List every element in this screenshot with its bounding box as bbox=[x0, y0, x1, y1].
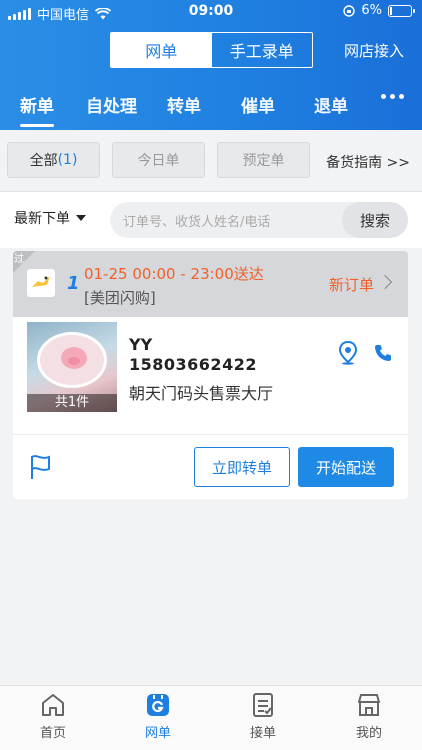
nav-home[interactable]: 首页 bbox=[23, 692, 83, 741]
tab-refund[interactable]: 退单 bbox=[314, 92, 348, 117]
order-sequence-number: 1 bbox=[67, 273, 80, 294]
location-pin-icon[interactable] bbox=[338, 341, 358, 365]
accept-order-icon bbox=[253, 693, 273, 717]
phone-call-icon[interactable] bbox=[373, 343, 393, 363]
store-icon bbox=[358, 694, 380, 716]
header: 中国电信 09:00 6% 网单 手工录单 网店接入 新单 自处理 转单 催单 … bbox=[0, 0, 422, 180]
item-count: 共1件 bbox=[27, 394, 117, 412]
transfer-now-button[interactable]: 立即转单 bbox=[194, 447, 290, 487]
tab-online-orders[interactable]: 网单 bbox=[111, 33, 212, 67]
order-status-tabs: 新单 自处理 转单 催单 退单 bbox=[0, 84, 422, 180]
shop-access-link[interactable]: 网店接入 bbox=[344, 40, 404, 61]
search-input[interactable]: 订单号、收货人姓名/电话 搜索 bbox=[110, 202, 408, 238]
order-source-switch: 网单 手工录单 bbox=[110, 32, 313, 68]
active-tab-indicator bbox=[20, 124, 54, 127]
order-card: 过 1 01-25 00:00 - 23:00送达 [美团闪购] 新订单 共1件… bbox=[13, 251, 408, 499]
caret-down-icon bbox=[76, 215, 86, 221]
order-status: 新订单 bbox=[328, 276, 374, 294]
filter-reserved-button[interactable]: 预定单 bbox=[217, 142, 310, 178]
tab-reminder[interactable]: 催单 bbox=[241, 92, 275, 117]
divider bbox=[13, 434, 408, 435]
chevron-right-icon bbox=[377, 274, 393, 290]
filter-all-label: 全部 bbox=[29, 153, 58, 169]
meituan-logo-icon bbox=[27, 269, 55, 297]
tab-manual-entry[interactable]: 手工录单 bbox=[212, 33, 313, 67]
search-placeholder: 订单号、收货人姓名/电话 bbox=[123, 215, 271, 230]
order-card-header[interactable]: 过 1 01-25 00:00 - 23:00送达 [美团闪购] 新订单 bbox=[13, 251, 408, 317]
filter-bar: 全部 (1) 今日单 预定单 备货指南 >> bbox=[0, 130, 422, 192]
search-button[interactable]: 搜索 bbox=[342, 202, 408, 238]
sort-dropdown[interactable]: 最新下单 bbox=[14, 208, 86, 228]
customer-phone: 15803662422 bbox=[129, 355, 257, 374]
status-bar: 中国电信 09:00 6% bbox=[0, 0, 422, 24]
stocking-guide-link[interactable]: 备货指南 >> bbox=[326, 152, 410, 172]
start-delivery-button[interactable]: 开始配送 bbox=[298, 447, 394, 487]
filter-all-count: (1) bbox=[57, 152, 78, 168]
bottom-navigation: 首页 网单 接单 我的 bbox=[0, 685, 422, 750]
battery-icon bbox=[388, 4, 415, 17]
delivery-address: 朝天门码头售票大厅 bbox=[129, 384, 274, 403]
filter-today-button[interactable]: 今日单 bbox=[112, 142, 205, 178]
battery-percent: 6% bbox=[361, 3, 382, 18]
tab-self-handled[interactable]: 自处理 bbox=[86, 92, 137, 117]
flag-icon[interactable] bbox=[29, 454, 53, 480]
tab-transfer[interactable]: 转单 bbox=[167, 92, 201, 117]
delivery-time: 01-25 00:00 - 23:00送达 bbox=[84, 265, 264, 283]
more-icon[interactable] bbox=[381, 94, 404, 99]
nav-online-orders[interactable]: 网单 bbox=[128, 692, 188, 741]
search-bar: 最新下单 订单号、收货人姓名/电话 搜索 bbox=[0, 192, 422, 248]
product-image[interactable]: 共1件 bbox=[27, 322, 117, 412]
online-order-icon bbox=[147, 694, 169, 716]
order-channel: [美团闪购] bbox=[84, 289, 156, 307]
tab-new[interactable]: 新单 bbox=[20, 92, 54, 117]
customer-name: YY bbox=[129, 335, 153, 354]
orientation-lock-icon bbox=[343, 4, 356, 17]
filter-all-button[interactable]: 全部 (1) bbox=[7, 142, 100, 178]
home-icon bbox=[42, 694, 64, 716]
nav-accept-orders[interactable]: 接单 bbox=[233, 692, 293, 741]
sort-label: 最新下单 bbox=[14, 211, 70, 227]
nav-mine[interactable]: 我的 bbox=[339, 692, 399, 741]
